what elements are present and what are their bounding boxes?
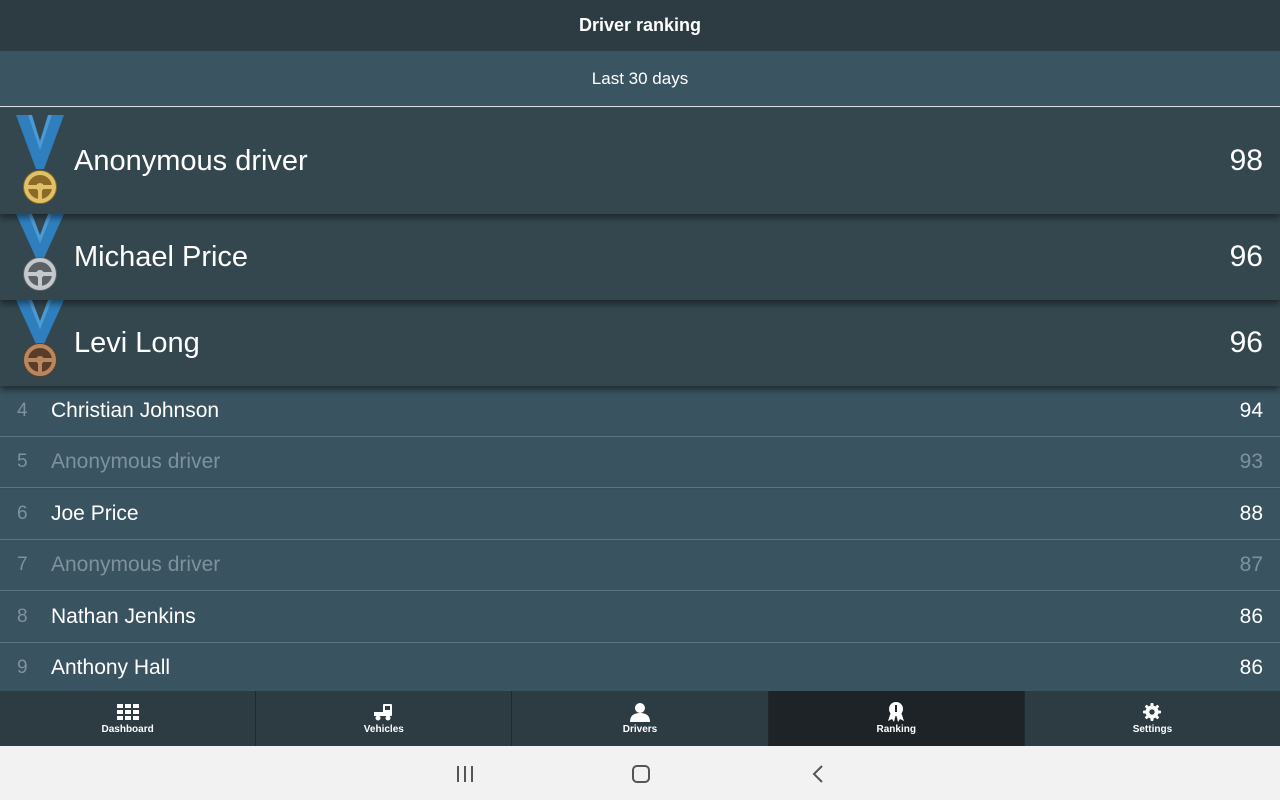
gold-medal-icon xyxy=(16,115,64,204)
podium-row-3[interactable]: Levi Long 96 xyxy=(0,300,1280,386)
tab-settings[interactable]: Settings xyxy=(1025,691,1280,746)
rank-number: 4 xyxy=(17,400,28,421)
tab-label: Settings xyxy=(1132,724,1173,735)
period-label: Last 30 days xyxy=(591,68,689,88)
driver-score: 96 xyxy=(1229,326,1263,359)
period-selector[interactable]: Last 30 days xyxy=(0,51,1280,107)
driver-name: Anonymous driver xyxy=(51,553,221,576)
rank-number: 5 xyxy=(17,451,28,472)
gear-icon xyxy=(1143,702,1162,722)
tab-dashboard[interactable]: Dashboard xyxy=(0,691,257,746)
ranking-row[interactable]: 6 Joe Price 88 xyxy=(0,489,1280,540)
back-icon[interactable] xyxy=(808,763,828,785)
ranking-row[interactable]: 5 Anonymous driver 93 xyxy=(0,437,1280,488)
driver-score: 94 xyxy=(1239,399,1263,422)
podium-row-2[interactable]: Michael Price 96 xyxy=(0,214,1280,300)
tab-ranking[interactable]: Ranking xyxy=(768,691,1025,746)
tab-label: Drivers xyxy=(622,724,658,735)
driver-score: 87 xyxy=(1239,553,1263,576)
driver-score: 93 xyxy=(1239,450,1263,473)
rank-number: 8 xyxy=(17,606,28,627)
ranking-row[interactable]: 7 Anonymous driver 87 xyxy=(0,540,1280,591)
tab-label: Vehicles xyxy=(363,724,404,735)
award-icon xyxy=(887,702,905,722)
ranking-row[interactable]: 4 Christian Johnson 94 xyxy=(0,386,1280,437)
driver-name: Nathan Jenkins xyxy=(51,605,196,628)
driver-name: Anonymous driver xyxy=(74,144,308,177)
ranking-row[interactable]: 8 Nathan Jenkins 86 xyxy=(0,592,1280,643)
rank-number: 9 xyxy=(17,657,28,678)
rank-number: 6 xyxy=(17,503,28,524)
driver-name: Anonymous driver xyxy=(51,450,221,473)
bottom-tab-bar: Dashboard Vehicles Drivers Ranking Setti… xyxy=(0,691,1280,746)
driver-name: Levi Long xyxy=(74,326,200,359)
bronze-medal-icon xyxy=(16,300,64,377)
recents-icon[interactable] xyxy=(455,763,475,785)
tab-label: Ranking xyxy=(876,724,916,735)
driver-score: 96 xyxy=(1229,240,1263,273)
person-icon xyxy=(630,702,650,722)
tab-drivers[interactable]: Drivers xyxy=(512,691,769,746)
rank-number: 7 xyxy=(17,554,28,575)
tab-vehicles[interactable]: Vehicles xyxy=(256,691,513,746)
driver-name: Anthony Hall xyxy=(51,656,171,679)
driver-score: 86 xyxy=(1239,656,1263,679)
page-title: Driver ranking xyxy=(578,15,702,35)
app-screen: Driver ranking Last 30 days Anonymous dr… xyxy=(0,0,1280,746)
driver-name: Michael Price xyxy=(74,240,249,273)
driver-score: 98 xyxy=(1229,144,1263,177)
podium-row-1[interactable]: Anonymous driver 98 xyxy=(0,108,1280,214)
driver-score: 86 xyxy=(1239,605,1263,628)
grid-icon xyxy=(116,702,139,722)
home-icon[interactable] xyxy=(631,763,651,785)
ranking-list: Anonymous driver 98 Michael Price 96 Lev… xyxy=(0,108,1280,691)
ranking-row[interactable]: 9 Anthony Hall 86 xyxy=(0,643,1280,691)
silver-medal-icon xyxy=(16,214,64,291)
app-header: Driver ranking xyxy=(0,0,1280,51)
driver-name: Joe Price xyxy=(51,502,139,525)
system-nav-bar xyxy=(0,746,1280,800)
driver-score: 88 xyxy=(1239,502,1263,525)
driver-name: Christian Johnson xyxy=(51,399,220,422)
truck-icon xyxy=(373,702,394,722)
tab-label: Dashboard xyxy=(101,724,154,735)
